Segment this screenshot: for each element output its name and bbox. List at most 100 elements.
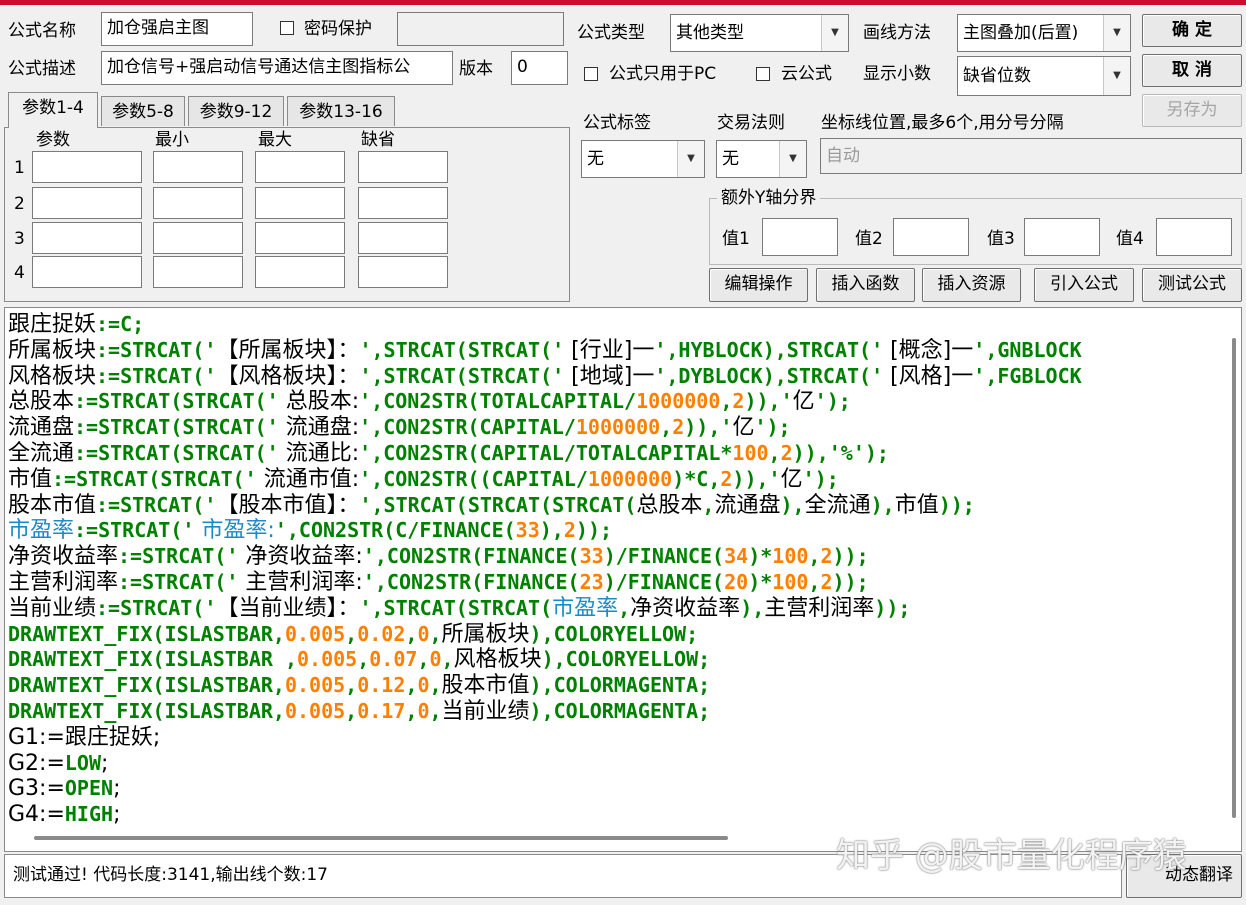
code-line[interactable]: 市盈率:=STRCAT(' 市盈率:',CON2STR(C/FINANCE(33…	[8, 518, 1226, 544]
code-token: DRAWTEXT_FIX(ISLASTBAR,	[8, 698, 285, 723]
axis-position-input[interactable]: 自动	[820, 138, 1242, 174]
code-editor[interactable]: 跟庄捉妖:=C; 所属板块:=STRCAT('【所属板块】：',STRCAT(ST…	[4, 307, 1242, 852]
code-token: 净资收益率	[8, 544, 119, 570]
test-formula-button[interactable]: 测试公式	[1142, 268, 1242, 302]
code-line[interactable]: 所属板块:=STRCAT('【所属板块】：',STRCAT(STRCAT(' […	[8, 338, 1226, 364]
tab-params-13-16[interactable]: 参数13-16	[287, 96, 395, 126]
code-token: ,	[441, 647, 454, 672]
cloud-checkbox[interactable]	[756, 67, 770, 81]
formula-name-input[interactable]: 加仓强启主图	[101, 12, 253, 46]
code-token: ',HYBLOCK),STRCAT('	[654, 337, 884, 362]
y-value-4-input[interactable]	[1156, 218, 1232, 256]
insert-resource-button[interactable]: 插入资源	[922, 268, 1021, 302]
code-token: 亿	[732, 415, 755, 441]
horizontal-scroll-thumb[interactable]	[34, 836, 728, 840]
param-2-name-input[interactable]	[32, 187, 142, 219]
param-4-max-input[interactable]	[255, 256, 345, 288]
code-token: 当前业绩	[441, 698, 530, 724]
param-2-max-input[interactable]	[255, 187, 345, 219]
code-token: ,	[808, 544, 821, 569]
tab-params-5-8[interactable]: 参数5-8	[101, 96, 185, 126]
code-line[interactable]: DRAWTEXT_FIX(ISLASTBAR,0.005,0.17,0,当前业绩…	[8, 699, 1226, 725]
code-line[interactable]: 市值:=STRCAT(STRCAT(' 流通市值:',CON2STR((CAPI…	[8, 467, 1226, 493]
param-1-max-input[interactable]	[255, 151, 345, 183]
watermark-text: 知乎 @股市量化程序猿	[836, 836, 1187, 876]
vertical-scrollbar[interactable]	[1224, 318, 1244, 828]
vertical-scroll-thumb[interactable]	[1232, 338, 1236, 818]
insert-function-button[interactable]: 插入函数	[816, 268, 915, 302]
tab-params-9-12[interactable]: 参数9-12	[188, 96, 284, 126]
ok-button[interactable]: 确 定	[1142, 14, 1242, 47]
param-4-min-input[interactable]	[153, 256, 243, 288]
code-token: )),'%');	[792, 440, 889, 465]
code-line[interactable]: DRAWTEXT_FIX(ISLASTBAR,0.005,0.02,0,所属板块…	[8, 622, 1226, 648]
import-formula-button[interactable]: 引入公式	[1034, 268, 1134, 302]
tab-params-1-4[interactable]: 参数1-4	[8, 92, 98, 128]
code-text[interactable]: 跟庄捉妖:=C; 所属板块:=STRCAT('【所属板块】：',STRCAT(ST…	[8, 312, 1226, 827]
chevron-down-icon: ▼	[1103, 15, 1130, 51]
code-line[interactable]: 风格板块:=STRCAT('【风格板块】：',STRCAT(STRCAT(' […	[8, 364, 1226, 390]
edit-operation-button[interactable]: 编辑操作	[709, 268, 808, 302]
code-token: ),	[740, 595, 765, 620]
y-axis-group-title: 额外Y轴分界	[717, 188, 821, 208]
param-3-name-input[interactable]	[32, 222, 142, 254]
formula-name-label: 公式名称	[8, 21, 76, 41]
code-token: ,	[405, 673, 418, 698]
cancel-button[interactable]: 取 消	[1142, 54, 1242, 87]
code-token: ));	[874, 595, 911, 620]
code-line[interactable]: DRAWTEXT_FIX(ISLASTBAR,0.005,0.12,0,股本市值…	[8, 673, 1226, 699]
param-4-name-input[interactable]	[32, 256, 142, 288]
formula-tag-select[interactable]: 无 ▼	[581, 140, 705, 178]
param-3-max-input[interactable]	[255, 222, 345, 254]
param-1-min-input[interactable]	[153, 151, 243, 183]
code-line[interactable]: DRAWTEXT_FIX(ISLASTBAR ,0.005,0.07,0,风格板…	[8, 647, 1226, 673]
code-line[interactable]: G2:=LOW;	[8, 751, 1226, 777]
trade-rule-select[interactable]: 无 ▼	[716, 140, 807, 178]
formula-desc-input[interactable]: 加仓信号+强启动信号通达信主图指标公	[101, 51, 453, 85]
code-line[interactable]: 股本市值:=STRCAT('【股本市值】：',STRCAT(STRCAT(STR…	[8, 493, 1226, 519]
code-token: 2	[820, 544, 833, 569]
y-value-3-input[interactable]	[1024, 218, 1100, 256]
password-input[interactable]	[397, 12, 564, 46]
pc-only-checkbox[interactable]	[584, 67, 598, 81]
param-3-min-input[interactable]	[153, 222, 243, 254]
code-token: )/FINANCE(	[603, 569, 725, 594]
code-token: 2	[563, 518, 576, 543]
code-token: ',DYBLOCK),STRCAT('	[654, 363, 884, 388]
y-value-1-input[interactable]	[762, 218, 838, 256]
y-value-2-input[interactable]	[893, 218, 969, 256]
password-checkbox[interactable]	[280, 21, 294, 35]
param-4-default-input[interactable]	[358, 256, 448, 288]
code-line[interactable]: G4:=HIGH;	[8, 802, 1226, 827]
code-token: ');	[754, 415, 791, 440]
code-line[interactable]: 净资收益率:=STRCAT(' 净资收益率:',CON2STR(FINANCE(…	[8, 544, 1226, 570]
save-as-button[interactable]: 另存为	[1142, 94, 1242, 127]
code-token: 市值	[8, 466, 53, 492]
code-token: 所属板块	[441, 621, 530, 647]
code-token: ',STRCAT(STRCAT(STRCAT(	[359, 492, 637, 517]
param-2-default-input[interactable]	[358, 187, 448, 219]
code-line[interactable]: 跟庄捉妖:=C;	[8, 312, 1226, 338]
code-line[interactable]: 流通盘:=STRCAT(STRCAT(' 流通盘:',CON2STR(CAPIT…	[8, 415, 1226, 441]
param-1-name-input[interactable]	[32, 151, 142, 183]
param-2-min-input[interactable]	[153, 187, 243, 219]
code-token: 23	[579, 569, 604, 594]
code-token: 1000000	[575, 415, 661, 440]
draw-method-select[interactable]: 主图叠加(后置) ▼	[957, 14, 1131, 52]
formula-type-select[interactable]: 其他类型 ▼	[670, 14, 849, 52]
code-token: 【所属板块】：	[216, 337, 360, 363]
code-line[interactable]: G3:=OPEN;	[8, 776, 1226, 802]
version-input[interactable]: 0	[511, 51, 568, 85]
param-3-default-input[interactable]	[358, 222, 448, 254]
param-1-default-input[interactable]	[358, 151, 448, 183]
code-line[interactable]: 总股本:=STRCAT(STRCAT(' 总股本:',CON2STR(TOTAL…	[8, 389, 1226, 415]
y-value-4-label: 值4	[1116, 229, 1144, 249]
code-line[interactable]: 全流通:=STRCAT(STRCAT(' 流通比:',CON2STR(CAPIT…	[8, 441, 1226, 467]
code-line[interactable]: G1:=跟庄捉妖;	[8, 725, 1226, 751]
code-token: ',CON2STR(CAPITAL/TOTALCAPITAL*	[359, 440, 733, 465]
decimals-select[interactable]: 缺省位数 ▼	[957, 56, 1131, 96]
code-token: 100	[732, 440, 769, 465]
code-line[interactable]: 当前业绩:=STRCAT('【当前业绩】：',STRCAT(STRCAT(市盈率…	[8, 596, 1226, 622]
code-token: OPEN	[64, 776, 114, 801]
code-line[interactable]: 主营利润率:=STRCAT(' 主营利润率:',CON2STR(FINANCE(…	[8, 570, 1226, 596]
